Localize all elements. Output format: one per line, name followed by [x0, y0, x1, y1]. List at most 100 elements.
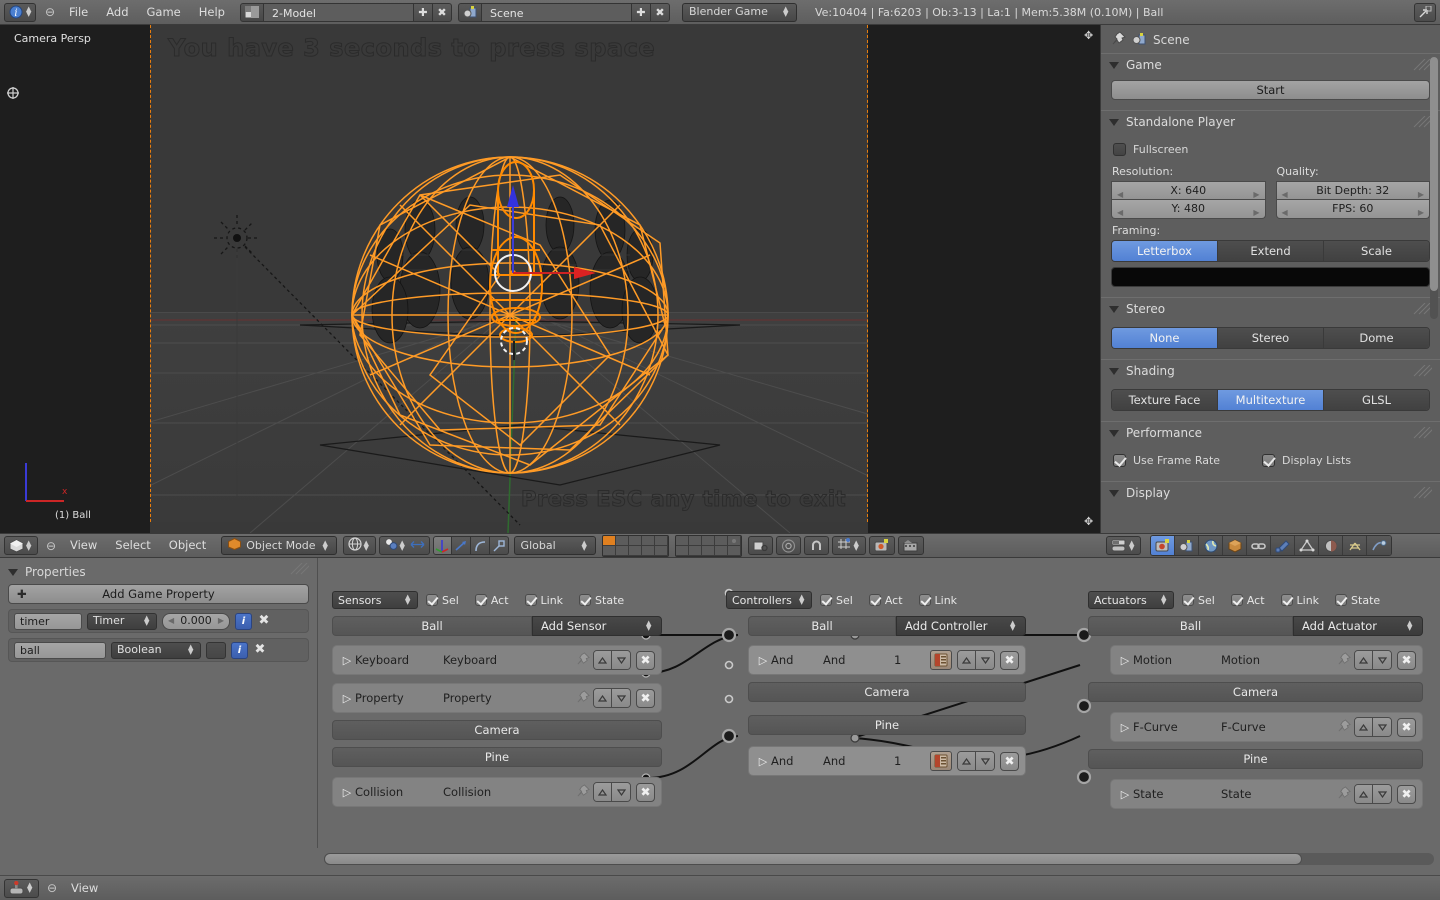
- decrement-arrow-icon[interactable]: ◀: [1282, 204, 1288, 222]
- scene-layers-block-1[interactable]: [602, 535, 669, 557]
- actuators-filter-sel[interactable]: Sel: [1182, 594, 1215, 607]
- panel-header-performance[interactable]: Performance: [1101, 421, 1440, 444]
- controller-brick-and-1[interactable]: ▷ And And 1 ✖: [748, 645, 1026, 675]
- display-lists-checkbox[interactable]: [1262, 454, 1275, 467]
- start-game-button[interactable]: Start: [1111, 80, 1430, 100]
- render-tab-icon[interactable]: [1151, 536, 1175, 555]
- properties-scrollbar[interactable]: [1430, 57, 1438, 319]
- bit-depth-field[interactable]: ◀ Bit Depth: 32 ▶: [1276, 181, 1431, 200]
- checkbox-state[interactable]: [1335, 594, 1347, 606]
- increment-arrow-icon[interactable]: ▶: [218, 613, 224, 629]
- add-actuator-button[interactable]: Add Actuator ▲▼: [1293, 616, 1423, 636]
- move-down-icon[interactable]: [612, 651, 630, 669]
- scale-manipulator-icon[interactable]: [471, 536, 490, 555]
- game-property-type-selector[interactable]: Boolean ▲▼: [111, 642, 201, 659]
- 3d-viewport[interactable]: Camera Persp (1) Ball x ✥ ✥ You have 3 s…: [0, 25, 1100, 533]
- stereo-option-dome[interactable]: Dome: [1324, 328, 1429, 348]
- snap-magnet-icon[interactable]: [804, 536, 829, 555]
- sensors-filter-sel[interactable]: Sel: [426, 594, 459, 607]
- move-down-icon[interactable]: [976, 752, 994, 770]
- scene-add-button[interactable]: ✚: [632, 3, 651, 22]
- sensors-filter-link[interactable]: Link: [525, 594, 564, 607]
- decrement-arrow-icon[interactable]: ◀: [168, 613, 174, 629]
- pivot-point-selector[interactable]: ▲▼: [379, 536, 430, 555]
- move-down-icon[interactable]: [612, 783, 630, 801]
- actuators-group-camera[interactable]: Camera: [1088, 682, 1423, 702]
- actuator-brick-motion[interactable]: ▷ Motion Motion ✖: [1110, 645, 1423, 675]
- actuators-filter-act[interactable]: Act: [1231, 594, 1265, 607]
- checkbox-act[interactable]: [1231, 594, 1243, 606]
- expand-triangle-icon[interactable]: ▷: [339, 654, 355, 667]
- framing-option-letterbox[interactable]: Letterbox: [1112, 241, 1218, 261]
- expand-triangle-icon[interactable]: ▷: [755, 755, 771, 768]
- shading-option-texture-face[interactable]: Texture Face: [1112, 390, 1218, 410]
- move-up-icon[interactable]: [1355, 785, 1373, 803]
- panel-header-display[interactable]: Display: [1101, 481, 1440, 504]
- object-tab-icon[interactable]: [1223, 536, 1247, 555]
- checkbox-act[interactable]: [869, 594, 881, 606]
- sensor-name-label[interactable]: Property: [443, 691, 573, 705]
- pin-icon[interactable]: [573, 784, 593, 801]
- move-up-icon[interactable]: [1355, 651, 1373, 669]
- sensor-name-label[interactable]: Collision: [443, 785, 573, 799]
- controllers-filter-sel[interactable]: Sel: [820, 594, 853, 607]
- checkbox-sel[interactable]: [820, 594, 832, 606]
- expand-triangle-icon[interactable]: ▷: [1117, 788, 1133, 801]
- controller-brick-and-2[interactable]: ▷ And And 1 ✖: [748, 746, 1026, 776]
- sensors-group-camera[interactable]: Camera: [332, 720, 662, 740]
- controller-name-label[interactable]: And: [823, 653, 894, 667]
- editor-type-selector-info[interactable]: i ▲▼: [4, 3, 36, 22]
- sensor-brick-collision[interactable]: ▷ Collision Collision ✖: [332, 777, 662, 807]
- move-down-icon[interactable]: [1373, 718, 1391, 736]
- rotate-manipulator-icon[interactable]: [452, 536, 471, 555]
- panel-header-stereo[interactable]: Stereo: [1101, 297, 1440, 320]
- scene-selector[interactable]: Scene ✚ ✖: [458, 3, 670, 22]
- menu-game[interactable]: Game: [138, 0, 190, 25]
- lock-scene-icon[interactable]: [748, 536, 773, 555]
- actuators-group-pine[interactable]: Pine: [1088, 749, 1423, 769]
- screen-layout-delete-button[interactable]: ✖: [433, 3, 452, 22]
- logic-menu-view[interactable]: View: [62, 876, 107, 900]
- move-down-icon[interactable]: [976, 651, 994, 669]
- sensors-filter-state[interactable]: State: [579, 594, 624, 607]
- shading-option-glsl[interactable]: GLSL: [1324, 390, 1429, 410]
- panel-header-shading[interactable]: Shading: [1101, 359, 1440, 382]
- actuators-filter-link[interactable]: Link: [1281, 594, 1320, 607]
- transform-orientation-selector[interactable]: Global ▲▼: [514, 536, 596, 555]
- framing-options[interactable]: Letterbox Extend Scale: [1111, 240, 1430, 262]
- constraints-tab-icon[interactable]: [1247, 536, 1271, 555]
- delete-sensor-button[interactable]: ✖: [636, 651, 655, 670]
- panel-header-game[interactable]: Game: [1101, 53, 1440, 76]
- screen-layout-name[interactable]: 2-Model: [264, 3, 414, 22]
- game-property-type-selector[interactable]: Timer ▲▼: [87, 613, 157, 630]
- framing-option-scale[interactable]: Scale: [1324, 241, 1429, 261]
- actuator-brick-fcurve[interactable]: ▷ F-Curve F-Curve ✖: [1110, 712, 1423, 742]
- collapse-menu-icon[interactable]: ⊖: [42, 881, 62, 895]
- snap-element-selector[interactable]: ▲▼: [832, 536, 866, 555]
- delete-controller-button[interactable]: ✖: [1000, 651, 1019, 670]
- fps-field[interactable]: ◀ FPS: 60 ▶: [1276, 200, 1431, 219]
- actuator-brick-state[interactable]: ▷ State State ✖: [1110, 779, 1423, 809]
- controller-name-label[interactable]: And: [823, 754, 894, 768]
- game-property-boolean-toggle[interactable]: [206, 642, 226, 659]
- sensors-group-pine[interactable]: Pine: [332, 747, 662, 767]
- fullscreen-checkbox[interactable]: [1113, 143, 1126, 156]
- fullscreen-row[interactable]: Fullscreen: [1113, 143, 1430, 156]
- delete-actuator-button[interactable]: ✖: [1397, 785, 1416, 804]
- controllers-group-pine[interactable]: Pine: [748, 715, 1026, 735]
- particles-tab-icon[interactable]: [1343, 536, 1367, 555]
- delete-actuator-button[interactable]: ✖: [1397, 718, 1416, 737]
- stereo-option-none[interactable]: None: [1112, 328, 1218, 348]
- expand-triangle-icon[interactable]: ▷: [339, 692, 355, 705]
- view-corner-icon[interactable]: ✥: [1084, 517, 1094, 527]
- scene-layers-block-2[interactable]: [675, 535, 742, 557]
- actuator-name-label[interactable]: Motion: [1221, 653, 1334, 667]
- display-lists-row[interactable]: Display Lists: [1262, 454, 1351, 467]
- shading-options[interactable]: Texture Face Multitexture GLSL: [1111, 389, 1430, 411]
- material-tab-icon[interactable]: [1319, 536, 1343, 555]
- controllers-filter-act[interactable]: Act: [869, 594, 903, 607]
- pin-icon[interactable]: [573, 652, 593, 669]
- menu-add[interactable]: Add: [97, 0, 137, 25]
- resolution-x-field[interactable]: ◀ X: 640 ▶: [1111, 181, 1266, 200]
- controllers-group-camera[interactable]: Camera: [748, 682, 1026, 702]
